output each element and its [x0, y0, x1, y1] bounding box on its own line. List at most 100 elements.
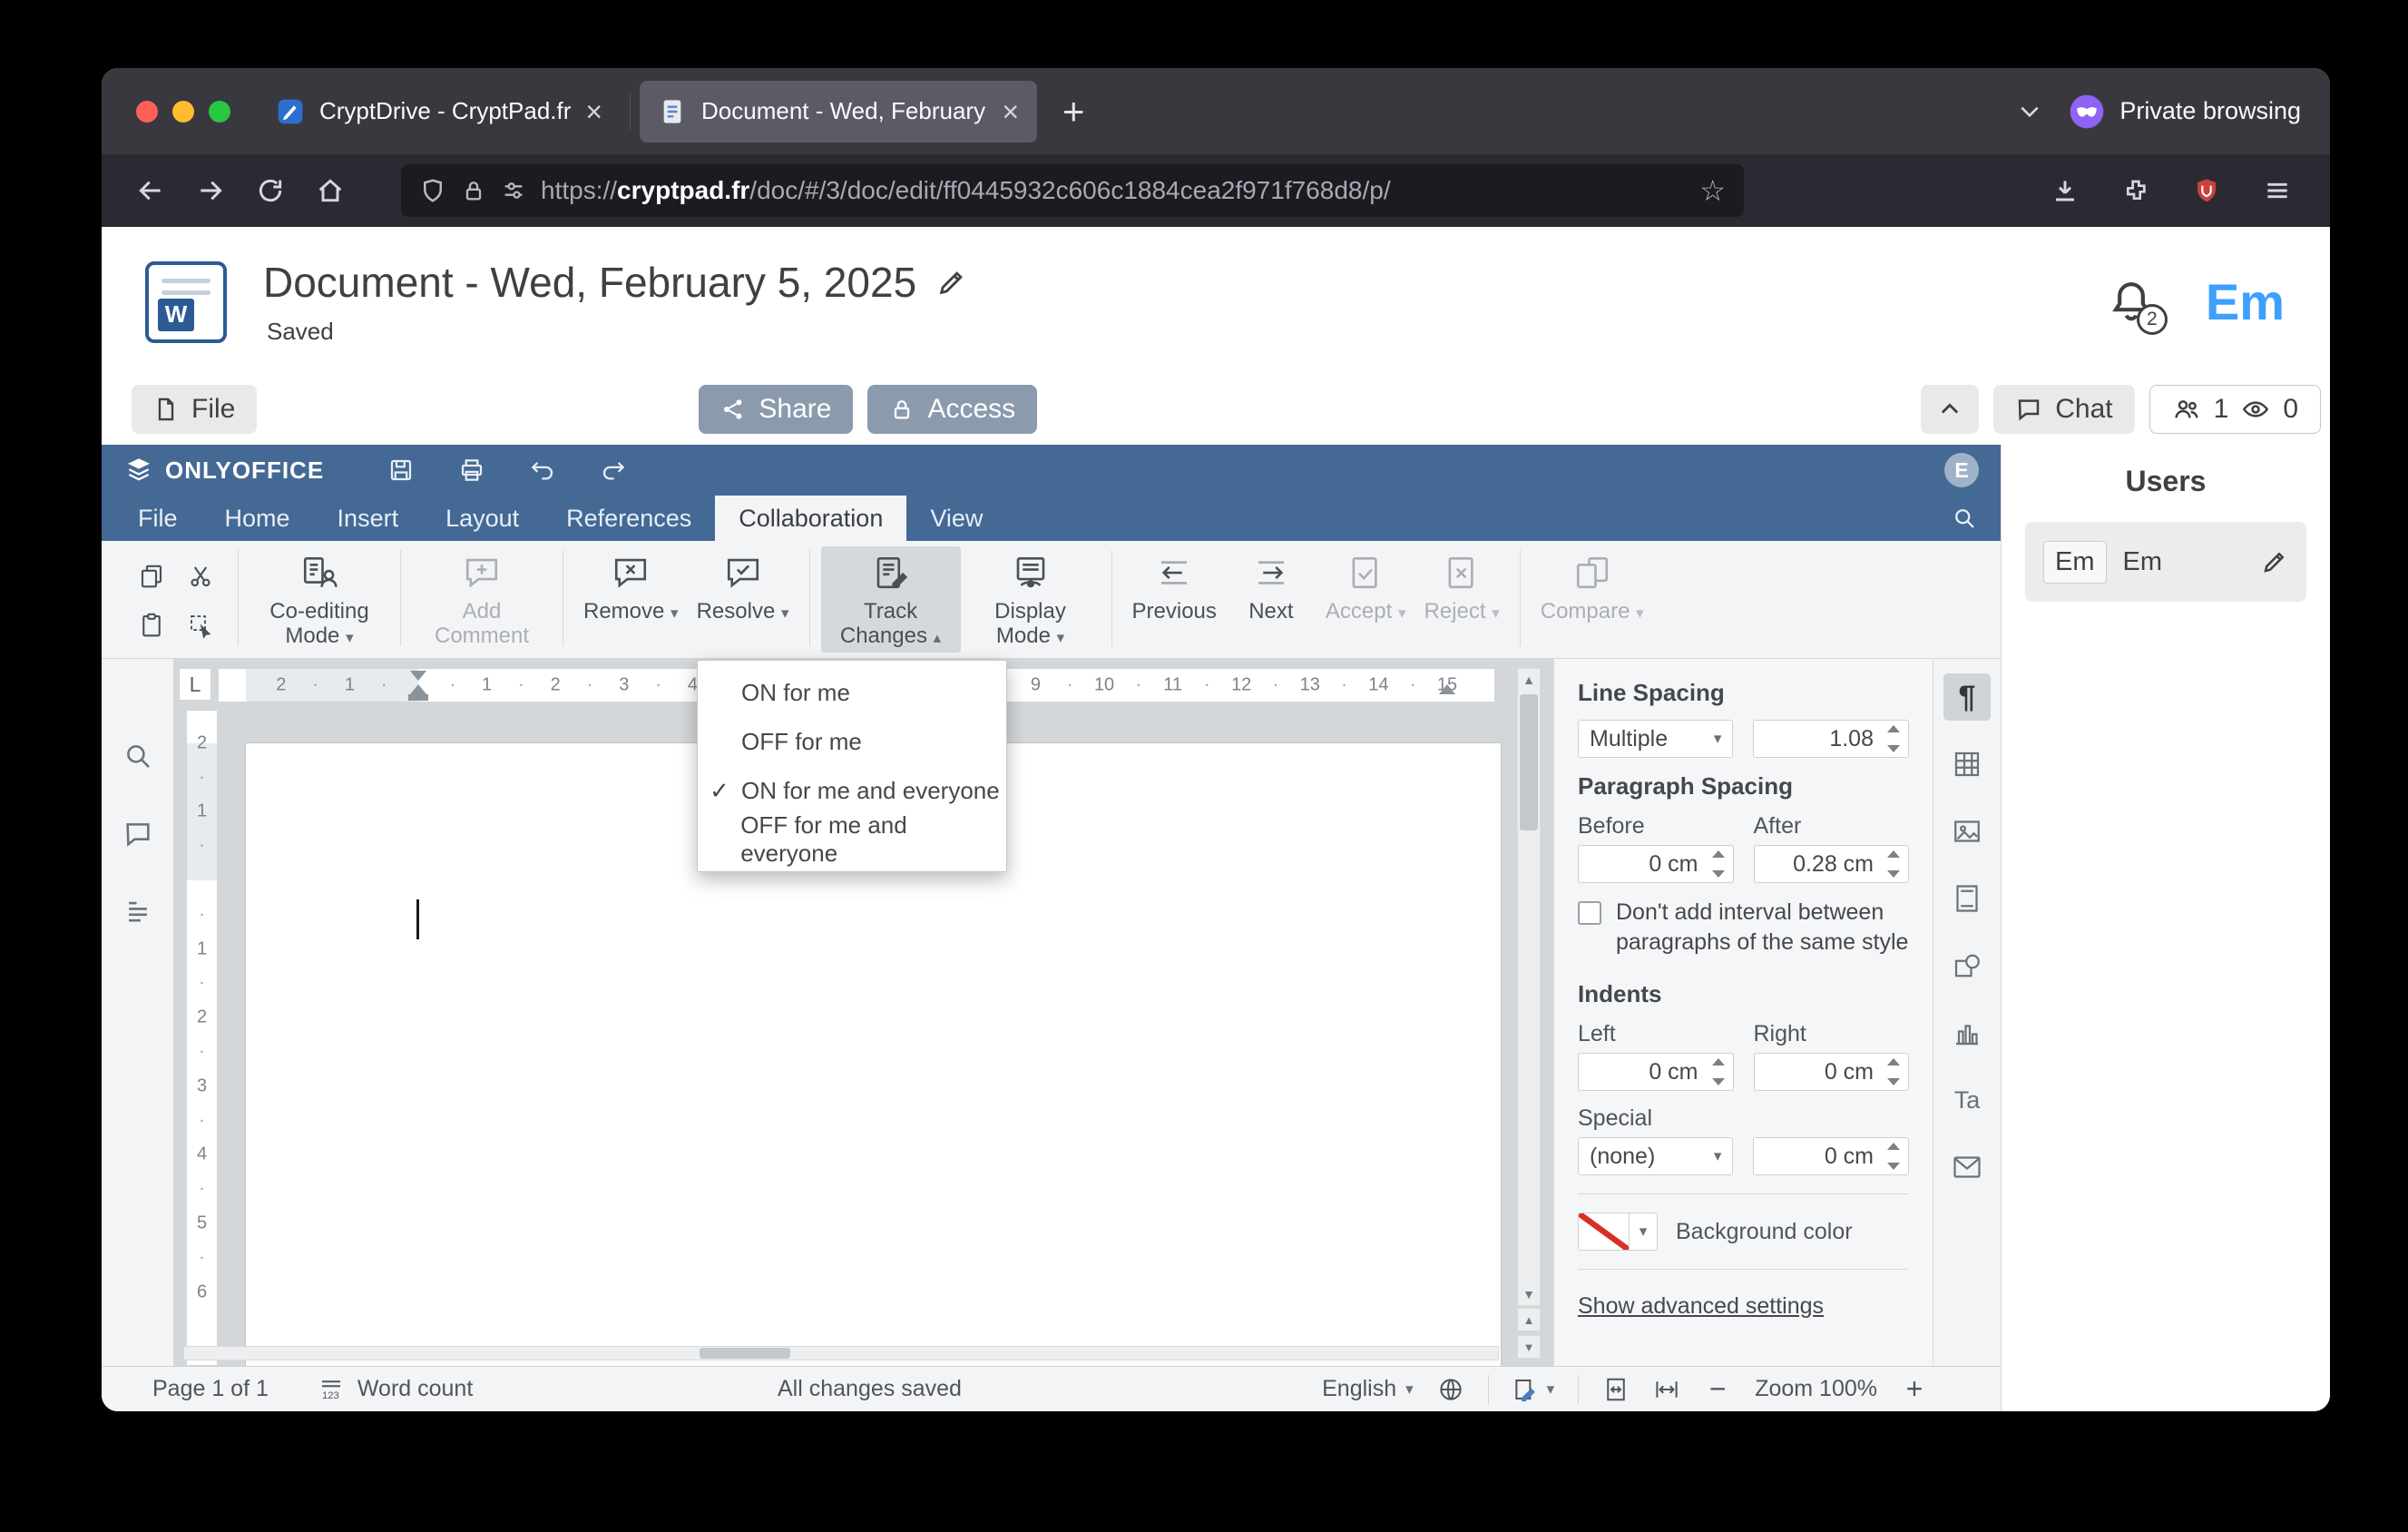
display-mode-button[interactable]: Display Mode ▾ — [961, 546, 1101, 653]
scroll-down-arrow[interactable]: ▼ — [1518, 1283, 1540, 1305]
reload-button[interactable] — [245, 165, 296, 216]
scroll-up-arrow[interactable]: ▲ — [1518, 669, 1540, 691]
close-tab-icon[interactable]: × — [1002, 97, 1019, 126]
collapse-toolbar-button[interactable] — [1921, 384, 1980, 434]
cut-button[interactable] — [180, 555, 221, 597]
edit-name-pencil-icon[interactable] — [2261, 548, 2288, 575]
access-button[interactable]: Access — [867, 384, 1038, 434]
chart-settings-tab[interactable] — [1943, 1009, 1991, 1056]
menu-hamburger-icon[interactable] — [2252, 165, 2303, 216]
resolve-comment-button[interactable]: Resolve ▾ — [688, 546, 798, 627]
previous-change-button[interactable]: Previous — [1123, 546, 1226, 627]
first-line-indent-marker[interactable] — [410, 671, 426, 681]
maximize-window-button[interactable] — [209, 100, 230, 123]
menu-tab-file[interactable]: File — [114, 496, 201, 541]
left-margin-marker[interactable] — [408, 694, 428, 701]
document-title[interactable]: Document - Wed, February 5, 2025 — [263, 258, 916, 307]
ublock-shield-icon[interactable] — [2181, 165, 2232, 216]
redo-icon[interactable] — [600, 457, 627, 484]
home-button[interactable] — [305, 165, 356, 216]
zoom-in-button[interactable]: + — [1901, 1372, 1928, 1406]
downloads-icon[interactable] — [2040, 165, 2090, 216]
remove-comment-button[interactable]: Remove ▾ — [574, 546, 688, 627]
menu-item-off-for-me[interactable]: OFF for me — [698, 717, 1006, 766]
minimize-window-button[interactable] — [172, 100, 194, 123]
page-indicator[interactable]: Page 1 of 1 — [152, 1376, 269, 1402]
edit-title-pencil-icon[interactable] — [936, 267, 967, 298]
permissions-icon[interactable] — [501, 178, 526, 203]
new-tab-button[interactable]: + — [1037, 90, 1111, 133]
word-count-button[interactable]: 123 Word count — [318, 1376, 473, 1403]
language-selector[interactable]: English ▾ — [1322, 1376, 1414, 1402]
forward-button[interactable] — [185, 165, 236, 216]
list-tabs-icon[interactable] — [2018, 100, 2041, 123]
copy-button[interactable] — [131, 555, 172, 597]
paragraph-settings-tab[interactable]: ¶ — [1943, 673, 1991, 721]
tracking-shield-icon[interactable] — [419, 177, 446, 204]
print-icon[interactable] — [458, 457, 485, 484]
fit-width-icon[interactable] — [1653, 1376, 1680, 1403]
background-color-picker[interactable]: ▾ — [1578, 1213, 1658, 1251]
checkbox[interactable] — [1578, 901, 1601, 925]
image-settings-tab[interactable] — [1943, 808, 1991, 855]
line-spacing-amount-spinner[interactable]: 1.08 — [1753, 720, 1909, 758]
editor-search-button[interactable] — [1952, 496, 2001, 541]
fit-page-icon[interactable] — [1602, 1376, 1630, 1403]
vertical-scroll-thumb[interactable] — [1520, 694, 1538, 830]
users-viewers-button[interactable]: 1 0 — [2149, 384, 2321, 434]
lock-icon[interactable] — [461, 178, 486, 203]
bookmark-star-icon[interactable]: ☆ — [1699, 173, 1726, 208]
textart-settings-tab[interactable]: Ta — [1943, 1076, 1991, 1124]
no-fill-swatch[interactable] — [1579, 1213, 1630, 1250]
select-all-button[interactable] — [180, 604, 221, 646]
previous-page-button[interactable]: ▲ — [1517, 1308, 1541, 1331]
spacing-after-spinner[interactable]: 0.28 cm — [1753, 845, 1909, 883]
comments-icon[interactable] — [122, 819, 153, 849]
menu-tab-references[interactable]: References — [543, 496, 715, 541]
advanced-settings-link[interactable]: Show advanced settings — [1578, 1293, 1824, 1320]
menu-tab-layout[interactable]: Layout — [422, 496, 543, 541]
tab-cryptdrive[interactable]: CryptDrive - CryptPad.fr × — [258, 81, 621, 142]
close-window-button[interactable] — [136, 100, 158, 123]
next-page-button[interactable]: ▼ — [1517, 1335, 1541, 1359]
back-button[interactable] — [125, 165, 176, 216]
menu-item-off-for-everyone[interactable]: OFF for me and everyone — [698, 811, 1006, 867]
shape-settings-tab[interactable] — [1943, 942, 1991, 989]
file-menu-button[interactable]: File — [132, 384, 258, 434]
ruler-vertical[interactable]: 2 · 1 · · 1 · 2 · 3 · 4 · 5 · 6 — [186, 710, 218, 1366]
menu-item-on-for-everyone[interactable]: ✓ ON for me and everyone — [698, 766, 1006, 815]
menu-tab-collaboration[interactable]: Collaboration — [715, 496, 907, 541]
chat-button[interactable]: Chat — [1993, 384, 2135, 434]
tab-stop-selector[interactable]: L — [179, 668, 211, 701]
menu-tab-view[interactable]: View — [906, 496, 1006, 541]
special-indent-select[interactable]: (none) ▾ — [1578, 1137, 1734, 1175]
undo-icon[interactable] — [529, 457, 556, 484]
share-button[interactable]: Share — [699, 384, 854, 434]
right-indent-marker[interactable] — [1439, 684, 1455, 694]
coediting-mode-button[interactable]: Co-editing Mode ▾ — [250, 546, 389, 653]
tab-document[interactable]: Document - Wed, February 5, 2 × — [640, 80, 1037, 142]
account-avatar[interactable]: Em — [2206, 272, 2285, 331]
extensions-puzzle-icon[interactable] — [2110, 165, 2161, 216]
url-bar[interactable]: https://cryptpad.fr/doc/#/3/doc/edit/ff0… — [401, 164, 1744, 217]
spellcheck-globe-icon[interactable] — [1437, 1376, 1464, 1403]
mailmerge-settings-tab[interactable] — [1943, 1144, 1991, 1191]
horizontal-scroll-thumb[interactable] — [700, 1348, 790, 1359]
vertical-scrollbar[interactable]: ▲ ▼ — [1517, 668, 1541, 1306]
indent-left-spinner[interactable]: 0 cm — [1578, 1053, 1734, 1091]
line-spacing-select[interactable]: Multiple ▾ — [1578, 720, 1734, 758]
navigation-headings-icon[interactable] — [122, 897, 153, 928]
zoom-level[interactable]: Zoom 100% — [1755, 1376, 1877, 1402]
spacing-before-spinner[interactable]: 0 cm — [1578, 845, 1734, 883]
track-changes-status-button[interactable]: ▾ — [1512, 1376, 1554, 1403]
menu-tab-home[interactable]: Home — [201, 496, 314, 541]
save-icon[interactable] — [387, 457, 415, 484]
track-changes-button[interactable]: Track Changes ▴ — [820, 546, 961, 653]
next-change-button[interactable]: Next — [1226, 546, 1317, 627]
no-interval-checkbox-row[interactable]: Don't add interval between paragraphs of… — [1578, 898, 1909, 957]
find-icon[interactable] — [122, 741, 153, 771]
zoom-out-button[interactable]: − — [1704, 1372, 1731, 1406]
paste-button[interactable] — [131, 604, 172, 646]
menu-tab-insert[interactable]: Insert — [314, 496, 423, 541]
headerfooter-settings-tab[interactable] — [1943, 875, 1991, 922]
